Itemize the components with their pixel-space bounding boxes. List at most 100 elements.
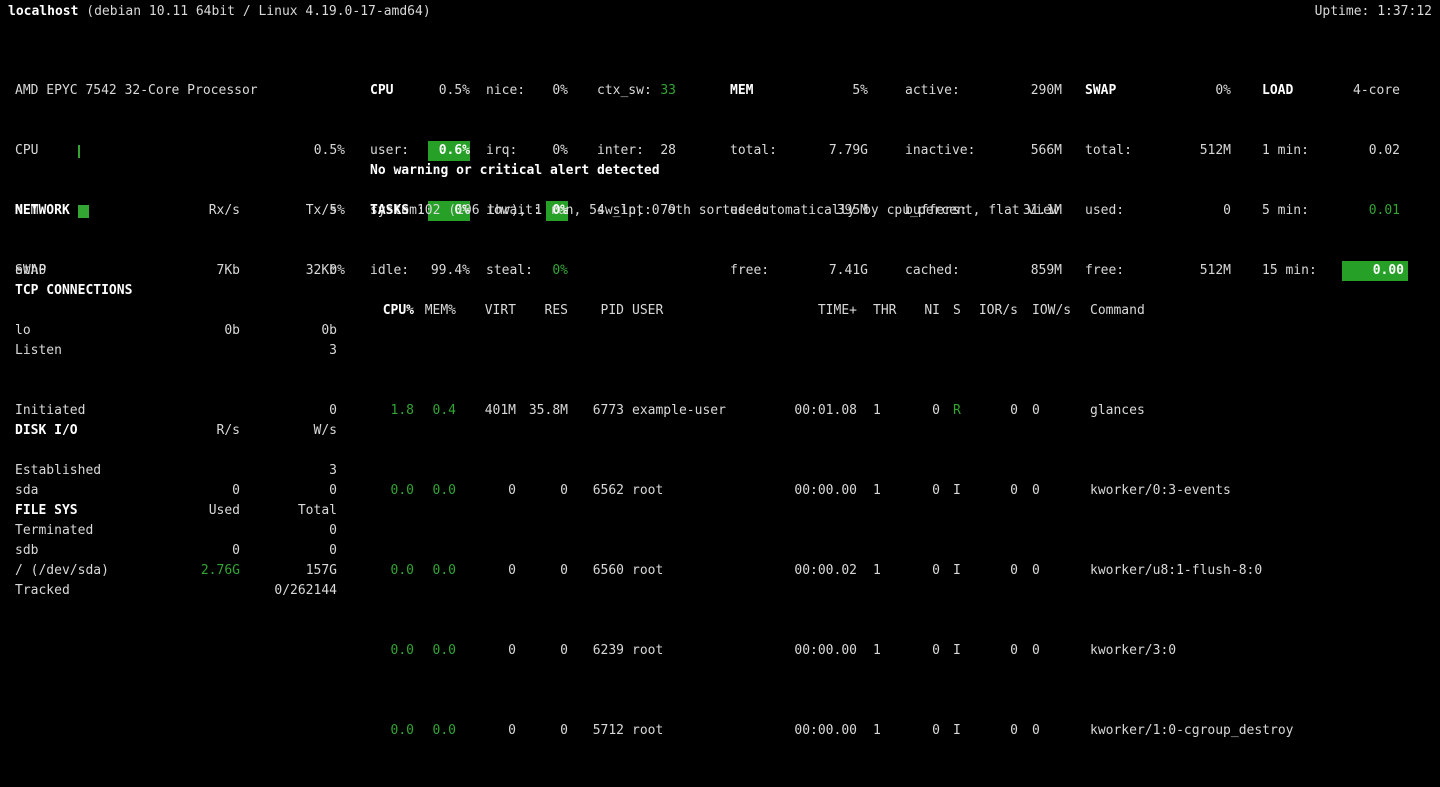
uptime-value: 1:37:12 [1377,4,1432,19]
disk-write-header: W/s [240,421,337,441]
system-info-text: (debian 10.11 64bit / Linux 4.19.0-17-am… [86,4,430,19]
quicklook-label: CPU [15,141,78,161]
process-command: glances [1090,401,1440,421]
col-header-ior: IOR/s [978,301,1018,321]
process-threads: 1 [873,481,903,501]
col-header-thr: THR [873,301,903,321]
glances-terminal: localhost (debian 10.11 64bit / Linux 4.… [0,0,1440,787]
filesys-total-header: Total [240,501,337,521]
cpu-usage-bar-fill [78,145,80,158]
process-io-read: 0 [978,401,1018,421]
swap-title-row: SWAP0% [1085,81,1231,101]
process-time: 00:00.02 [794,561,857,581]
process-io-read: 0 [978,641,1018,661]
process-user: root [632,721,787,741]
cpu-irq-label: irq: [486,141,517,161]
load-cores: 4-core [1353,81,1400,101]
process-pid: 5712 [576,721,624,741]
col-header-pid: PID [576,301,624,321]
cpu-usage-bar [78,145,279,158]
process-virt: 0 [462,641,516,661]
process-command: kworker/1:0-cgroup_destroy [1090,721,1440,741]
tcp-row-listen: Listen 3 [15,341,337,361]
process-res: 0 [522,641,568,661]
tcp-metric: Listen [15,341,140,361]
tcp-title: TCP CONNECTIONS [15,281,337,301]
network-tx-header: Tx/s [240,201,337,221]
col-header-command: Command [1090,301,1440,321]
process-time: 00:00.00 [794,481,857,501]
process-table: CPU% MEM% VIRT RES PID USER TIME+ THR NI… [370,261,1440,787]
process-io-write: 0 [1032,401,1068,421]
col-header-virt: VIRT [462,301,516,321]
tcp-value: 3 [240,341,337,361]
mem-title-row: MEM5% [730,81,868,101]
process-virt: 0 [462,721,516,741]
process-user: root [632,641,787,661]
inter-label: inter: [597,141,644,161]
process-io-write: 0 [1032,481,1068,501]
process-user: example-user [632,401,787,421]
inter-value: 28 [660,141,676,161]
process-row: 1.8 0.4 401M 35.8M 6773 example-user 00:… [370,401,1440,421]
process-command: kworker/u8:1-flush-8:0 [1090,561,1440,581]
process-state: I [953,721,965,741]
process-nice: 0 [905,561,940,581]
load-title: LOAD [1262,81,1293,101]
filesys-total-value: 157G [240,561,337,581]
col-header-ni: NI [905,301,940,321]
process-table-body: 1.8 0.4 401M 35.8M 6773 example-user 00:… [370,361,1440,787]
mem-total-value: 7.79G [829,141,868,161]
process-threads: 1 [873,641,903,661]
cpu-total: 0.5% [439,81,470,101]
process-nice: 0 [905,481,940,501]
process-pid: 6239 [576,641,624,661]
uptime-label: Uptime: [1315,4,1370,19]
cpu-title: CPU [370,81,393,101]
mem-inactive-value: 566M [1031,141,1062,161]
col-header-res: RES [522,301,568,321]
filesys-row-root: / (/dev/sda)2.76G157G [15,561,337,581]
filesys-title: FILE SYS [15,501,140,521]
cpu-user-row: user:0.6% [370,141,470,161]
filesys-used-value: 2.76G [140,561,240,581]
mem-inactive-label: inactive: [905,141,975,161]
network-title: NETWORK [15,201,140,221]
process-mem-percent: 0.0 [420,561,456,581]
process-io-read: 0 [978,481,1018,501]
mem-title: MEM [730,81,753,101]
process-cpu-percent: 0.0 [378,641,414,661]
filesys-used-header: Used [140,501,240,521]
process-user: root [632,561,787,581]
process-virt: 401M [462,401,516,421]
mem-inactive-row: inactive: 566M [905,141,1062,161]
swap-total-row: total: 512M [1085,141,1231,161]
process-mem-percent: 0.0 [420,481,456,501]
tasks-space [409,203,417,218]
swap-title: SWAP [1085,81,1116,101]
process-pid: 6560 [576,561,624,581]
process-io-read: 0 [978,721,1018,741]
process-cpu-percent: 0.0 [378,481,414,501]
network-rx-header: Rx/s [140,201,240,221]
swap-total-value: 512M [1200,141,1231,161]
swap-used-label: used: [1085,201,1124,221]
swap-total-label: total: [1085,141,1132,161]
process-command: kworker/0:3-events [1090,481,1440,501]
mountpoint: / (/dev/sda) [15,561,140,581]
process-state: R [953,401,965,421]
col-header-user: USER [632,301,787,321]
process-mem-percent: 0.0 [420,721,456,741]
tasks-summary: 102 (106 thr), 1 run, 54 slp, 0 oth sort… [417,203,1059,218]
mem-total-row: total:7.79G [730,141,868,161]
process-io-write: 0 [1032,561,1068,581]
uptime: Uptime: 1:37:12 [1315,2,1432,22]
tcp-header: TCP CONNECTIONS [15,281,337,301]
process-state: I [953,641,965,661]
process-time: 00:00.00 [794,641,857,661]
tcp-spacer [140,341,240,361]
inter-row: inter: 28 [597,141,676,161]
process-virt: 0 [462,481,516,501]
process-threads: 1 [873,401,903,421]
load-1min-label: 1 min: [1262,141,1309,161]
